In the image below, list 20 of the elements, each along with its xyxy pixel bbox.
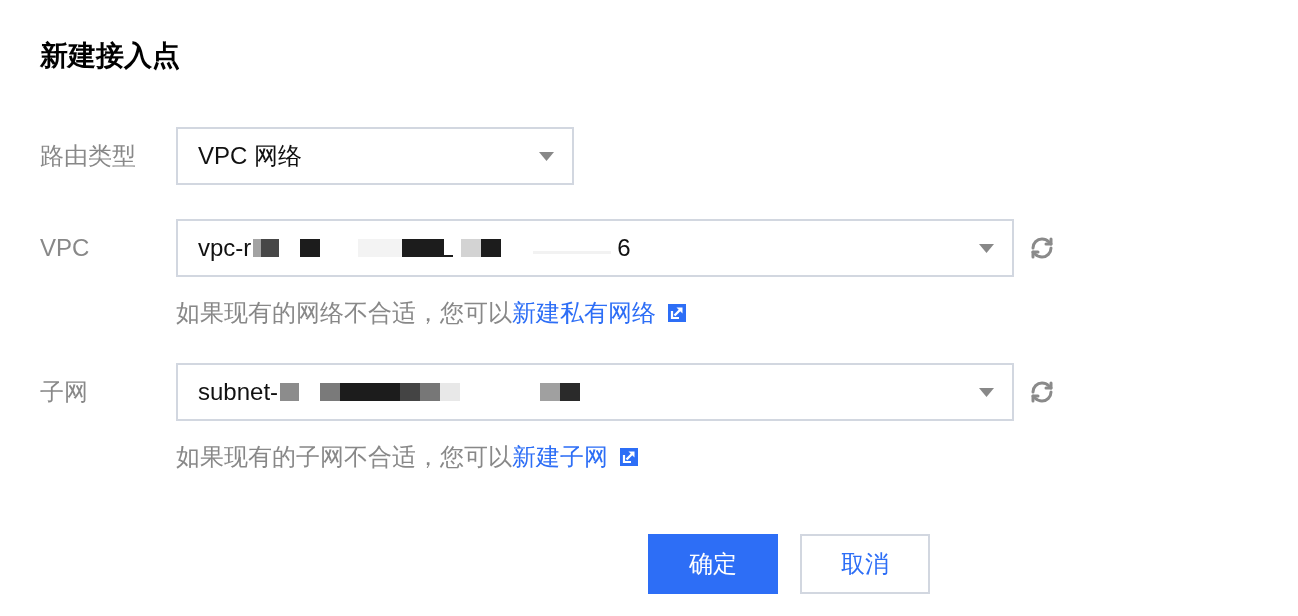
hint-text: 如果现有的网络不合适，您可以新建私有网络	[176, 297, 686, 329]
confirm-button[interactable]: 确定	[648, 534, 778, 594]
hint-text: 如果现有的子网不合适，您可以新建子网	[176, 441, 638, 473]
caret-icon	[539, 151, 554, 161]
field-label: VPC	[40, 233, 91, 263]
dialog-title: 新建接入点	[40, 39, 180, 73]
external-link-icon	[620, 448, 638, 466]
external-link-icon	[668, 304, 686, 322]
caret-icon	[979, 387, 994, 397]
refresh-icon[interactable]	[1030, 236, 1054, 260]
dropdown-select[interactable]: vpc-r 6	[176, 219, 1014, 277]
cancel-button[interactable]: 取消	[800, 534, 930, 594]
refresh-icon[interactable]	[1030, 380, 1054, 404]
field-label: 路由类型	[40, 141, 137, 171]
field-label: 子网	[40, 377, 89, 407]
create-link[interactable]: 新建私有网络	[512, 297, 686, 329]
caret-icon	[979, 243, 994, 253]
dropdown-select[interactable]: subnet-	[176, 363, 1014, 421]
create-link[interactable]: 新建子网	[512, 441, 638, 473]
dropdown-select[interactable]: VPC 网络	[176, 127, 574, 185]
